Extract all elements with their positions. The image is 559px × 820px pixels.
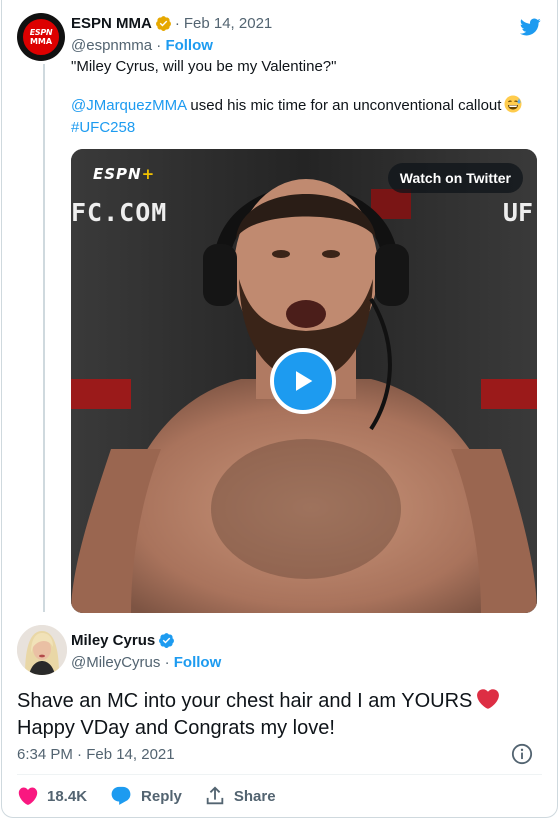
- reply-text-line1-body: Shave an MC into your chest hair and I a…: [17, 690, 473, 712]
- verified-badge-icon: [159, 633, 175, 648]
- reply-text-line1: Shave an MC into your chest hair and I a…: [17, 688, 500, 715]
- quoted-date[interactable]: Feb 14, 2021: [184, 15, 272, 32]
- quoted-text-line3: #UFC258: [71, 117, 135, 139]
- watch-on-twitter-button[interactable]: Watch on Twitter: [387, 163, 523, 193]
- reply-handle-row: @MileyCyrus · Follow: [71, 654, 221, 671]
- reply-button[interactable]: Reply: [109, 785, 182, 807]
- reply-timestamp[interactable]: 6:34 PM · Feb 14, 2021: [17, 746, 175, 763]
- quoted-author-name[interactable]: ESPN MMA: [71, 15, 152, 32]
- follow-miley-button[interactable]: Follow: [174, 654, 222, 671]
- espn-mma-logo: ESPN MMA: [21, 17, 61, 57]
- quoted-text-line2: @JMarquezMMA used his mic time for an un…: [71, 95, 522, 117]
- logo-text-mma: MMA: [29, 37, 53, 46]
- share-button[interactable]: Share: [204, 785, 276, 807]
- reply-text: Shave an MC into your chest hair and I a…: [17, 688, 500, 742]
- share-label: Share: [233, 787, 276, 805]
- espn-plus-mark: +: [141, 165, 156, 183]
- reply-label: Reply: [141, 787, 182, 805]
- red-heart-emoji-icon: [477, 689, 500, 709]
- reply-bubble-icon: [111, 786, 131, 805]
- play-button[interactable]: [270, 348, 336, 414]
- backdrop-text-right: UF: [502, 198, 533, 227]
- quoted-text-body: used his mic time for an unconventional …: [186, 97, 502, 114]
- avatar-image: [17, 625, 67, 675]
- heart-icon: [18, 787, 38, 805]
- follow-espn-button[interactable]: Follow: [165, 37, 213, 54]
- espn-plus-brand: ESPN: [93, 165, 142, 183]
- share-icon: [206, 786, 224, 805]
- sweat-smile-emoji-icon: [504, 95, 522, 113]
- quoted-handle-row: @espnmma · Follow: [71, 37, 213, 54]
- hashtag-link[interactable]: #UFC258: [71, 119, 135, 136]
- reply-author-row: Miley Cyrus: [71, 632, 175, 649]
- quoted-text-line1: "Miley Cyrus, will you be my Valentine?": [71, 58, 337, 75]
- quoted-handle[interactable]: @espnmma: [71, 37, 152, 54]
- backdrop-text-left: FC.COM: [71, 198, 168, 227]
- tweet-embed-card: ESPN MMA ESPN MMA · Feb 14, 2021 @espnmm…: [1, 0, 558, 818]
- verified-badge-icon: [155, 16, 171, 31]
- logo-text-espn: ESPN: [29, 28, 53, 37]
- espn-mma-avatar[interactable]: ESPN MMA: [17, 13, 65, 61]
- reply-handle[interactable]: @MileyCyrus: [71, 654, 160, 671]
- quoted-author-row: ESPN MMA · Feb 14, 2021: [71, 15, 272, 32]
- like-button[interactable]: 18.4K: [17, 785, 87, 807]
- reply-text-line2: Happy VDay and Congrats my love!: [17, 717, 335, 739]
- like-count: 18.4K: [47, 787, 88, 805]
- twitter-bird-icon[interactable]: [517, 16, 543, 38]
- action-bar: 18.4K Reply Share: [17, 785, 298, 807]
- miley-cyrus-avatar[interactable]: [17, 625, 67, 675]
- play-icon: [296, 371, 313, 391]
- info-icon[interactable]: [511, 743, 533, 765]
- separator-dot: ·: [164, 654, 174, 671]
- divider: [17, 774, 542, 775]
- espn-plus-logo: ESPN+: [93, 165, 155, 183]
- video-player[interactable]: ESPN+ FC.COM UF Watch on Twitter: [71, 149, 537, 613]
- reply-author-name[interactable]: Miley Cyrus: [71, 632, 155, 649]
- mention-link[interactable]: @JMarquezMMA: [71, 97, 186, 114]
- separator-dot: ·: [174, 15, 180, 32]
- thread-line: [43, 64, 45, 612]
